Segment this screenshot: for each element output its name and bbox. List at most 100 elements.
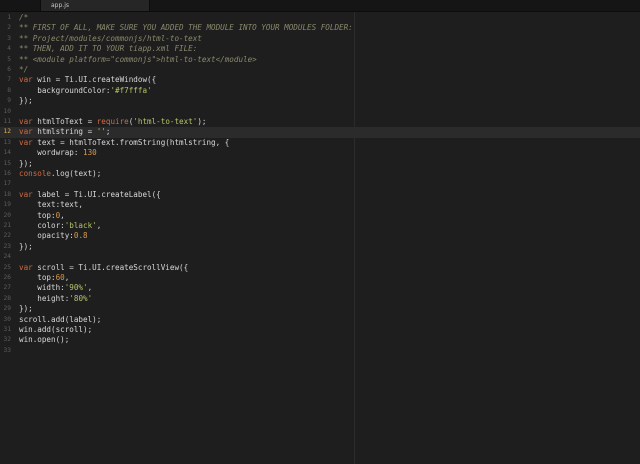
code-line[interactable]: 20 top:0, [0, 211, 640, 221]
code-token: win.open(); [19, 335, 70, 345]
line-code: top:0, [19, 210, 65, 221]
line-number: 4 [7, 45, 11, 53]
line-number: 25 [3, 263, 11, 271]
code-token: '80%' [69, 293, 93, 303]
code-line[interactable]: 10 [0, 107, 640, 117]
code-token: scroll.add(label); [19, 314, 102, 324]
code-line[interactable]: 32 win.open(); [0, 335, 640, 345]
line-number: 18 [3, 190, 11, 198]
code-token: }); [19, 158, 33, 168]
code-token: ** <module platform="commonjs">html-to-t… [19, 54, 257, 64]
line-code: scroll.add(label); [19, 315, 101, 325]
code-token: 0.8 [73, 231, 88, 241]
code-line[interactable]: 21 color:'black', [0, 221, 640, 231]
code-token: var [19, 189, 33, 199]
code-token: }); [19, 304, 33, 314]
code-token: '90%' [64, 283, 88, 293]
tab-bar: app.js [0, 0, 640, 12]
code-line[interactable]: 18 var label = Ti.UI.createLabel({ [0, 190, 640, 200]
code-token: }); [19, 241, 33, 251]
code-token: text:text, [19, 200, 84, 210]
code-line[interactable]: 5 ** <module platform="commonjs">html-to-… [0, 55, 640, 65]
code-line[interactable]: 2 ** FIRST OF ALL, MAKE SURE YOU ADDED TH… [0, 23, 640, 33]
code-line[interactable]: 1 /* [0, 13, 640, 23]
code-token: , [64, 273, 70, 282]
code-line[interactable]: 14 wordwrap: 130 [0, 148, 640, 158]
code-line[interactable]: 13 var text = htmlToText.fromString(htmls… [0, 138, 640, 148]
code-line[interactable]: 24 [0, 252, 640, 262]
line-code: opacity:0.8 [19, 231, 88, 241]
code-token: ** THEN, ADD IT TO YOUR tiapp.xml FILE: [19, 44, 198, 54]
code-token: .log(text); [51, 169, 102, 178]
line-number: 5 [7, 55, 11, 63]
line-code: win.add(scroll); [19, 325, 92, 335]
code-line[interactable]: 3 ** Project/modules/commonjs/html-to-tex… [0, 34, 640, 44]
line-code: var label = Ti.UI.createLabel({ [19, 190, 161, 200]
code-token: */ [19, 65, 29, 74]
code-token: ** Project/modules/commonjs/html-to-text [19, 33, 202, 43]
code-token: win.add(scroll); [19, 325, 93, 334]
code-token: require [96, 117, 129, 126]
code-token: /* [19, 13, 29, 22]
code-token: top: [19, 210, 56, 220]
code-token: , [60, 210, 65, 220]
code-line[interactable]: 15}); [0, 159, 640, 169]
code-line[interactable]: 29}); [0, 304, 640, 314]
code-line[interactable]: 23}); [0, 242, 640, 252]
code-line[interactable]: 28 height:'80%' [0, 294, 640, 304]
code-line[interactable]: 16 console.log(text); [0, 169, 640, 179]
code-token: }); [19, 96, 33, 106]
line-code: ** <module platform="commonjs">html-to-t… [19, 55, 257, 65]
code-token: opacity: [19, 231, 74, 241]
code-token: var [19, 75, 33, 85]
line-code: console.log(text); [19, 169, 101, 179]
code-token: '' [96, 127, 106, 137]
code-line[interactable]: 4 ** THEN, ADD IT TO YOUR tiapp.xml FILE: [0, 44, 640, 54]
code-line[interactable]: 19 text:text, [0, 200, 640, 210]
code-line[interactable]: 31 win.add(scroll); [0, 325, 640, 335]
code-line[interactable]: 12 var htmlstring = ''; [0, 127, 640, 138]
code-line[interactable]: 7 var win = Ti.UI.createWindow({ [0, 75, 640, 85]
tab-label: app.js [51, 2, 69, 9]
code-token: ; [105, 127, 111, 137]
code-token: 'black' [64, 221, 97, 230]
code-line[interactable]: 26 top:60, [0, 273, 640, 283]
code-token: '#f7fffa' [110, 85, 152, 95]
line-code: ** FIRST OF ALL, MAKE SURE YOU ADDED THE… [19, 23, 353, 33]
code-line[interactable]: 30 scroll.add(label); [0, 315, 640, 325]
code-token: , [87, 283, 93, 293]
line-number: 19 [3, 201, 11, 209]
line-number: 10 [3, 107, 11, 115]
line-code: text:text, [19, 200, 83, 210]
line-number: 12 [3, 128, 11, 136]
code-editor[interactable]: 1 /* 2 ** FIRST OF ALL, MAKE SURE YOU ADDED… [0, 12, 640, 464]
code-token: text = htmlToText.fromString(htmlstring,… [32, 137, 230, 147]
code-token: ); [197, 117, 207, 126]
line-number: 32 [3, 336, 11, 344]
line-code: width:'90%', [19, 283, 92, 293]
line-number: 7 [7, 76, 11, 84]
code-token: color: [19, 221, 65, 230]
line-number: 15 [3, 159, 11, 167]
line-code: var htmlToText = require('html-to-text')… [19, 117, 207, 127]
code-line[interactable]: 17 [0, 179, 640, 189]
code-line[interactable]: 33 [0, 346, 640, 356]
code-token: label = Ti.UI.createLabel({ [32, 189, 161, 199]
code-line[interactable]: 27 width:'90%', [0, 283, 640, 293]
tab-app-js[interactable]: app.js [40, 0, 150, 11]
code-line[interactable]: 11 var htmlToText = require('html-to-text… [0, 117, 640, 127]
code-token: ** FIRST OF ALL, MAKE SURE YOU ADDED THE… [19, 23, 353, 33]
line-number: 2 [7, 24, 11, 32]
code-token: console [19, 169, 52, 178]
line-number: 1 [7, 14, 11, 21]
code-line[interactable]: 25 var scroll = Ti.UI.createScrollView({ [0, 263, 640, 273]
line-number: 27 [3, 284, 11, 292]
code-line[interactable]: 9}); [0, 96, 640, 106]
line-code: color:'black', [19, 221, 101, 231]
code-line[interactable]: 6 */ [0, 65, 640, 75]
editor-window: app.js 1 /* 2 ** FIRST OF ALL, MAKE SURE YO… [0, 0, 640, 464]
code-line[interactable]: 8 backgroundColor:'#f7fffa' [0, 86, 640, 96]
code-token: win = Ti.UI.createWindow({ [32, 75, 157, 85]
code-line[interactable]: 22 opacity:0.8 [0, 231, 640, 241]
code-token: var [19, 127, 33, 137]
